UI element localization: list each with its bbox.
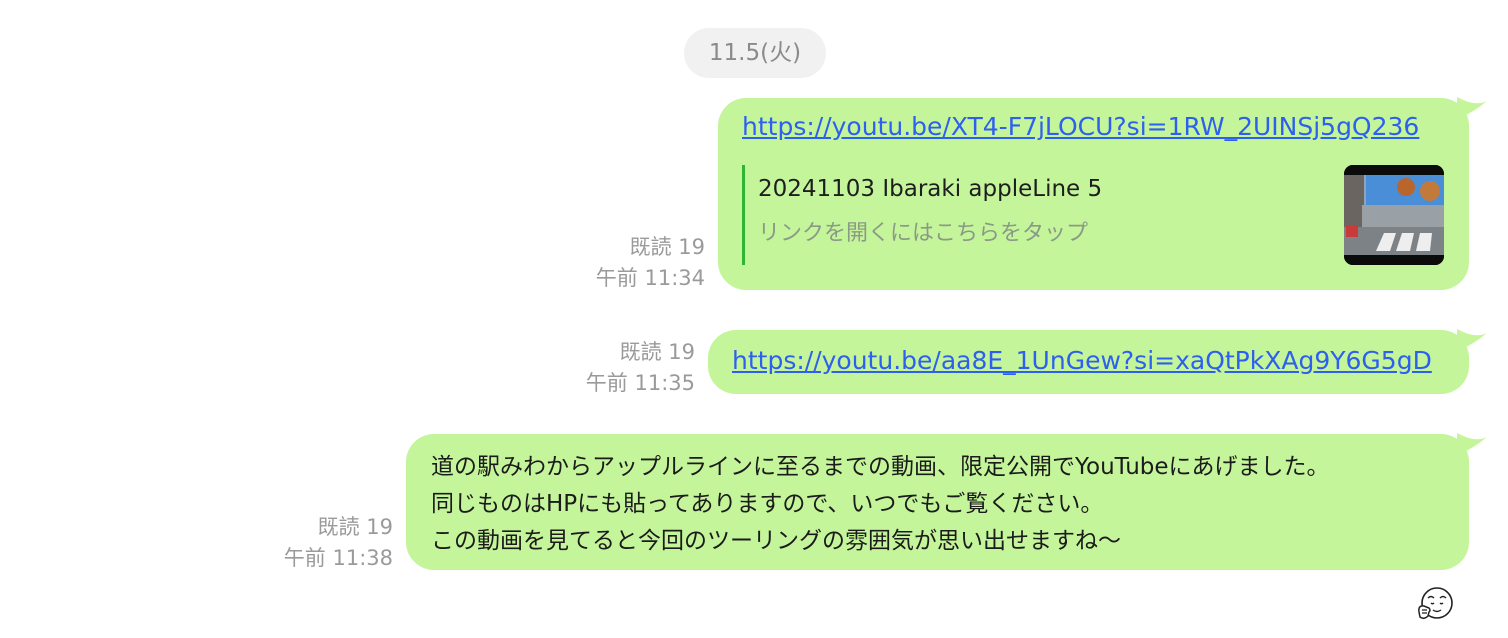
timestamp: 午前 11:34 — [595, 266, 705, 290]
message-bubble[interactable]: https://youtu.be/aa8E_1UnGew?si=xaQtPkXA… — [708, 330, 1469, 394]
message-meta: 既読 19 午前 11:35 — [586, 337, 695, 399]
preview-subtitle: リンクを開くにはこちらをタップ — [758, 221, 1089, 246]
message-link[interactable]: https://youtu.be/aa8E_1UnGew?si=xaQtPkXA… — [732, 346, 1432, 375]
preview-title: 20241103 Ibaraki appleLine 5 — [758, 176, 1103, 202]
bubble-tail — [1457, 433, 1487, 455]
message-bubble[interactable]: https://youtu.be/XT4-F7jLOCU?si=1RW_2UIN… — [718, 98, 1469, 290]
message-line: 道の駅みわからアップルラインに至るまでの動画、限定公開でYouTubeにあげまし… — [431, 454, 1330, 480]
bubble-tail — [1457, 97, 1487, 119]
message-link[interactable]: https://youtu.be/XT4-F7jLOCU?si=1RW_2UIN… — [742, 112, 1419, 141]
read-status: 既読 19 — [629, 235, 705, 259]
message-text: 道の駅みわからアップルラインに至るまでの動画、限定公開でYouTubeにあげまし… — [431, 449, 1330, 560]
timestamp: 午前 11:35 — [585, 371, 695, 395]
date-separator: 11.5(火) — [684, 28, 826, 78]
message-line: 同じものはHPにも貼ってありますので、いつでもご覧ください。 — [431, 491, 1104, 517]
message-bubble[interactable]: 道の駅みわからアップルラインに至るまでの動画、限定公開でYouTubeにあげまし… — [406, 434, 1469, 570]
message-meta: 既読 19 午前 11:38 — [284, 512, 393, 574]
chat-view: 11.5(火) 既読 19 午前 11:34 https://youtu.be/… — [0, 0, 1508, 638]
reaction-emoji-icon[interactable] — [1416, 584, 1456, 624]
timestamp: 午前 11:38 — [283, 546, 393, 570]
video-thumbnail[interactable] — [1344, 165, 1444, 265]
read-status: 既読 19 — [317, 515, 393, 539]
preview-accent-bar — [742, 165, 745, 265]
bubble-tail — [1457, 329, 1487, 351]
message-meta: 既読 19 午前 11:34 — [596, 232, 705, 294]
message-line: この動画を見てると今回のツーリングの雰囲気が思い出せますね〜 — [431, 528, 1121, 554]
read-status: 既読 19 — [619, 340, 695, 364]
link-preview[interactable]: 20241103 Ibaraki appleLine 5 リンクを開くにはこちら… — [742, 165, 1444, 265]
